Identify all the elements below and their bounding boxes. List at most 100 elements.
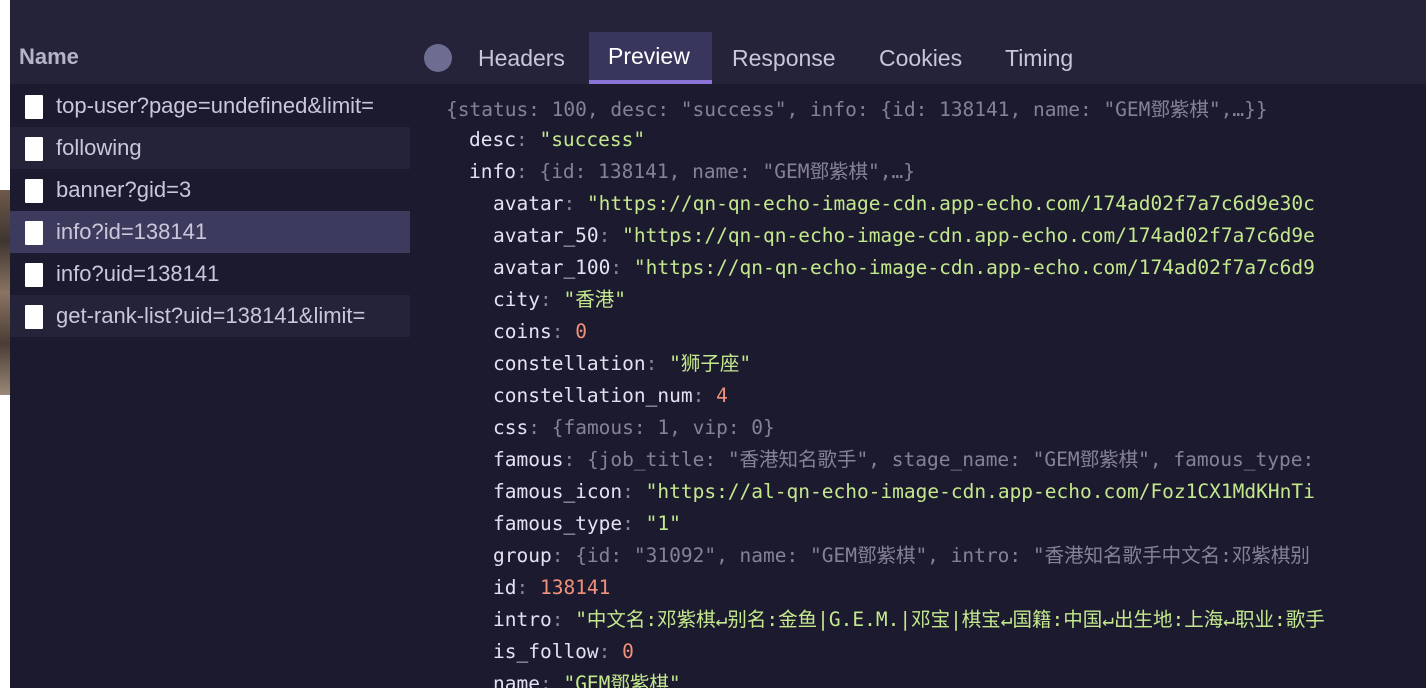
request-list: top-user?page=undefined&limit= following… <box>10 84 410 688</box>
json-colon: : <box>622 512 646 535</box>
tab-cookies[interactable]: Cookies <box>870 32 982 84</box>
tab-response[interactable]: Response <box>722 32 857 84</box>
json-value: "success" <box>539 128 646 151</box>
json-key: info <box>469 160 516 183</box>
json-property[interactable]: constellation_num: 4 <box>493 380 728 412</box>
json-value: {id: "31092", name: "GEM鄧紫棋", intro: "香港… <box>575 544 1310 567</box>
json-property[interactable]: famous_type: "1" <box>493 508 681 540</box>
request-name: following <box>56 135 142 160</box>
page-edge-strip <box>0 0 10 688</box>
json-colon: : <box>551 608 576 631</box>
request-row[interactable]: banner?gid=3 <box>10 169 410 211</box>
devtools-toolbar <box>10 0 1426 33</box>
json-value: 0 <box>622 640 634 663</box>
file-icon <box>25 221 43 245</box>
network-header-row: Name Headers Preview Response Cookies Ti… <box>10 32 1426 85</box>
request-row[interactable]: info?uid=138141 <box>10 253 410 295</box>
file-icon <box>25 95 43 119</box>
request-row[interactable]: get-rank-list?uid=138141&limit= <box>10 295 410 337</box>
json-key: constellation <box>493 352 646 375</box>
json-property[interactable]: is_follow: 0 <box>493 636 634 668</box>
json-key: famous_icon <box>493 480 623 503</box>
json-colon: : <box>539 288 564 311</box>
json-key: avatar <box>493 192 564 215</box>
json-property[interactable]: constellation: "狮子座" <box>493 348 751 380</box>
json-key: coins <box>493 320 552 343</box>
file-icon <box>25 179 43 203</box>
json-value: "GEM鄧紫棋" <box>563 672 681 688</box>
name-column-header[interactable]: Name <box>19 44 79 70</box>
json-colon: : <box>528 416 552 439</box>
request-name: info?id=138141 <box>56 219 208 244</box>
json-key: constellation_num <box>493 384 693 407</box>
json-value: "狮子座" <box>669 352 752 375</box>
json-property[interactable]: famous: {job_title: "香港知名歌手", stage_name… <box>493 444 1314 476</box>
json-property[interactable]: name: "GEM鄧紫棋" <box>493 668 681 688</box>
json-property[interactable]: group: {id: "31092", name: "GEM鄧紫棋", int… <box>493 540 1310 572</box>
json-value: "香港" <box>563 288 626 311</box>
json-key: city <box>493 288 540 311</box>
json-value: 138141 <box>539 576 611 599</box>
json-property[interactable]: css: {famous: 1, vip: 0} <box>493 412 775 444</box>
json-colon: : <box>622 480 646 503</box>
json-property[interactable]: avatar_100: "https://qn-qn-echo-image-cd… <box>493 252 1315 284</box>
tab-timing[interactable]: Timing <box>995 32 1085 84</box>
json-summary[interactable]: {status: 100, desc: "success", info: {id… <box>446 94 1268 126</box>
tab-preview[interactable]: Preview <box>589 32 712 84</box>
json-key: css <box>493 416 529 439</box>
json-value: "https://qn-qn-echo-image-cdn.app-echo.c… <box>633 256 1315 279</box>
json-value: "中文名:邓紫棋↵别名:金鱼|G.E.M.|邓宝|棋宝↵国籍:中国↵出生地:上海… <box>575 608 1325 631</box>
json-colon: : <box>645 352 670 375</box>
json-property[interactable]: avatar: "https://qn-qn-echo-image-cdn.ap… <box>493 188 1315 220</box>
json-value: {job_title: "香港知名歌手", stage_name: "GEM鄧紫… <box>586 448 1315 471</box>
json-key: famous <box>493 448 564 471</box>
request-row[interactable]: top-user?page=undefined&limit= <box>10 85 410 127</box>
json-key: intro <box>493 608 552 631</box>
json-colon: : <box>539 672 564 688</box>
json-colon: : <box>515 128 540 151</box>
json-colon: : <box>598 640 623 663</box>
json-colon: : <box>551 320 576 343</box>
json-property[interactable]: avatar_50: "https://qn-qn-echo-image-cdn… <box>493 220 1315 252</box>
json-value: "https://al-qn-echo-image-cdn.app-echo.c… <box>645 480 1315 503</box>
json-value: {famous: 1, vip: 0} <box>551 416 775 439</box>
close-panel-icon[interactable] <box>424 44 452 72</box>
json-property[interactable]: coins: 0 <box>493 316 587 348</box>
json-key: is_follow <box>493 640 599 663</box>
json-property[interactable]: info: {id: 138141, name: "GEM鄧紫棋",…} <box>469 156 915 188</box>
request-row[interactable]: following <box>10 127 410 169</box>
json-colon: : <box>563 192 587 215</box>
request-row-selected[interactable]: info?id=138141 <box>10 211 410 253</box>
json-value: 0 <box>575 320 587 343</box>
json-property[interactable]: city: "香港" <box>493 284 626 316</box>
json-key: avatar_100 <box>493 256 611 279</box>
json-colon: : <box>515 160 540 183</box>
json-colon: : <box>563 448 587 471</box>
json-colon: : <box>551 544 576 567</box>
json-colon: : <box>692 384 717 407</box>
request-name: get-rank-list?uid=138141&limit= <box>56 303 366 328</box>
json-key: desc <box>469 128 516 151</box>
json-key: group <box>493 544 552 567</box>
json-property[interactable]: id: 138141 <box>493 572 610 604</box>
background-photo-strip <box>0 190 10 395</box>
json-preview-panel[interactable]: {status: 100, desc: "success", info: {id… <box>410 84 1426 688</box>
request-name: banner?gid=3 <box>56 177 192 202</box>
file-icon <box>25 137 43 161</box>
json-value: 4 <box>716 384 728 407</box>
request-name: info?uid=138141 <box>56 261 220 286</box>
json-value: "1" <box>645 512 681 535</box>
file-icon <box>25 263 43 287</box>
json-property[interactable]: famous_icon: "https://al-qn-echo-image-c… <box>493 476 1315 508</box>
json-property[interactable]: intro: "中文名:邓紫棋↵别名:金鱼|G.E.M.|邓宝|棋宝↵国籍:中国… <box>493 604 1325 636</box>
json-key: id <box>493 576 517 599</box>
tab-headers[interactable]: Headers <box>467 32 579 84</box>
json-value: {id: 138141, name: "GEM鄧紫棋",…} <box>539 160 915 183</box>
json-colon: : <box>610 256 634 279</box>
json-key: famous_type <box>493 512 623 535</box>
request-name: top-user?page=undefined&limit= <box>56 93 375 118</box>
json-key: avatar_50 <box>493 224 599 247</box>
json-property[interactable]: desc: "success" <box>469 124 645 156</box>
file-icon <box>25 305 43 329</box>
json-colon: : <box>516 576 540 599</box>
